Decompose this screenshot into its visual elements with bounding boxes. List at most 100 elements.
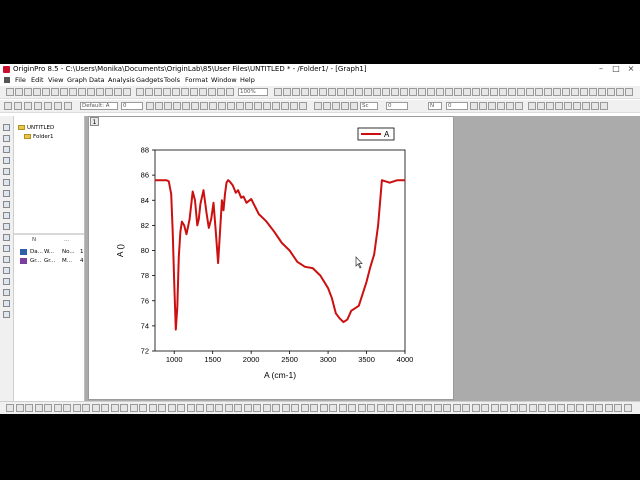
tool-button-4[interactable] — [3, 157, 10, 164]
color-combo[interactable]: N — [428, 102, 442, 110]
toolbar-button-51[interactable] — [499, 88, 507, 96]
drawing-tool-23[interactable] — [215, 404, 223, 412]
list-item-name[interactable]: Da... — [30, 249, 43, 255]
tool-button-18[interactable] — [3, 311, 10, 318]
drawing-tool-56[interactable] — [529, 404, 537, 412]
format-button-24[interactable] — [290, 102, 298, 110]
y-tick-label[interactable]: 76 — [141, 296, 149, 305]
format-button-43[interactable] — [582, 102, 590, 110]
column-header-more[interactable]: ... — [64, 237, 69, 243]
drawing-tool-53[interactable] — [500, 404, 508, 412]
toolbar-button-8[interactable] — [69, 88, 77, 96]
toolbar-button-22[interactable] — [199, 88, 207, 96]
format-button-21[interactable] — [263, 102, 271, 110]
angle-combo[interactable]: 0 — [446, 102, 468, 110]
drawing-tool-7[interactable] — [63, 404, 71, 412]
y-tick-label[interactable]: 84 — [141, 196, 149, 205]
drawing-tool-6[interactable] — [54, 404, 62, 412]
drawing-tool-25[interactable] — [234, 404, 242, 412]
toolbar-button-50[interactable] — [490, 88, 498, 96]
toolbar-button-59[interactable] — [571, 88, 579, 96]
drawing-tool-18[interactable] — [168, 404, 176, 412]
drawing-tool-43[interactable] — [405, 404, 413, 412]
toolbar-button-13[interactable] — [114, 88, 122, 96]
drawing-tool-59[interactable] — [557, 404, 565, 412]
y-tick-label[interactable]: 82 — [141, 221, 149, 230]
drawing-tool-32[interactable] — [301, 404, 309, 412]
y-tick-label[interactable]: 86 — [141, 171, 149, 180]
toolbar-button-11[interactable] — [96, 88, 104, 96]
format-button-36[interactable] — [515, 102, 523, 110]
x-tick-label[interactable]: 2000 — [243, 355, 260, 364]
toolbar-button-20[interactable] — [181, 88, 189, 96]
format-button-27[interactable] — [323, 102, 331, 110]
format-button-22[interactable] — [272, 102, 280, 110]
format-button-25[interactable] — [299, 102, 307, 110]
toolbar-button-53[interactable] — [517, 88, 525, 96]
toolbar-button-33[interactable] — [337, 88, 345, 96]
toolbar-button-35[interactable] — [355, 88, 363, 96]
drawing-tool-31[interactable] — [291, 404, 299, 412]
tool-button-7[interactable] — [3, 190, 10, 197]
drawing-tool-42[interactable] — [396, 404, 404, 412]
drawing-tool-37[interactable] — [348, 404, 356, 412]
drawing-tool-60[interactable] — [567, 404, 575, 412]
x-tick-label[interactable]: 4000 — [397, 355, 414, 364]
drawing-tool-30[interactable] — [282, 404, 290, 412]
toolbar-button-26[interactable] — [274, 88, 282, 96]
format-button-41[interactable] — [564, 102, 572, 110]
drawing-tool-58[interactable] — [548, 404, 556, 412]
y-tick-label[interactable]: 88 — [141, 146, 149, 155]
toolbar-button-52[interactable] — [508, 88, 516, 96]
format-button-30[interactable] — [350, 102, 358, 110]
menu-analysis[interactable]: Analysis — [108, 76, 135, 84]
format-button-13[interactable] — [191, 102, 199, 110]
toolbar-button-6[interactable] — [51, 88, 59, 96]
toolbar-button-54[interactable] — [526, 88, 534, 96]
toolbar-button-1[interactable] — [6, 88, 14, 96]
column-header-name[interactable]: N — [32, 237, 36, 243]
drawing-tool-46[interactable] — [434, 404, 442, 412]
drawing-tool-36[interactable] — [339, 404, 347, 412]
format-button-16[interactable] — [218, 102, 226, 110]
format-button-32[interactable] — [479, 102, 487, 110]
format-button-7[interactable] — [64, 102, 72, 110]
format-button-42[interactable] — [573, 102, 581, 110]
format-button-4[interactable] — [34, 102, 42, 110]
toolbar-button-46[interactable] — [454, 88, 462, 96]
tool-button-1[interactable] — [3, 124, 10, 131]
y-tick-label[interactable]: 74 — [141, 321, 149, 330]
drawing-tool-40[interactable] — [377, 404, 385, 412]
menu-view[interactable]: View — [48, 76, 63, 84]
format-button-28[interactable] — [332, 102, 340, 110]
format-button-17[interactable] — [227, 102, 235, 110]
drawing-tool-13[interactable] — [120, 404, 128, 412]
toolbar-button-18[interactable] — [163, 88, 171, 96]
format-button-35[interactable] — [506, 102, 514, 110]
drawing-tool-63[interactable] — [595, 404, 603, 412]
drawing-tool-28[interactable] — [263, 404, 271, 412]
tool-button-3[interactable] — [3, 146, 10, 153]
x-tick-label[interactable]: 1500 — [204, 355, 221, 364]
format-button-45[interactable] — [600, 102, 608, 110]
drawing-tool-15[interactable] — [139, 404, 147, 412]
toolbar-button-37[interactable] — [373, 88, 381, 96]
tool-button-6[interactable] — [3, 179, 10, 186]
x-tick-label[interactable]: 2500 — [281, 355, 298, 364]
drawing-tool-4[interactable] — [35, 404, 43, 412]
format-button-23[interactable] — [281, 102, 289, 110]
toolbar-button-60[interactable] — [580, 88, 588, 96]
font-size-combo[interactable]: 0 — [121, 102, 143, 110]
toolbar-button-17[interactable] — [154, 88, 162, 96]
x-tick-label[interactable]: 3000 — [320, 355, 337, 364]
x-tick-label[interactable]: 3500 — [358, 355, 375, 364]
menu-edit[interactable]: Edit — [31, 76, 44, 84]
tool-button-10[interactable] — [3, 223, 10, 230]
drawing-tool-62[interactable] — [586, 404, 594, 412]
zoom-combo[interactable]: 100% — [238, 88, 268, 96]
toolbar-button-14[interactable] — [123, 88, 131, 96]
format-button-5[interactable] — [44, 102, 52, 110]
drawing-tool-49[interactable] — [462, 404, 470, 412]
menu-gadgets[interactable]: Gadgets — [136, 76, 163, 84]
toolbar-button-29[interactable] — [301, 88, 309, 96]
